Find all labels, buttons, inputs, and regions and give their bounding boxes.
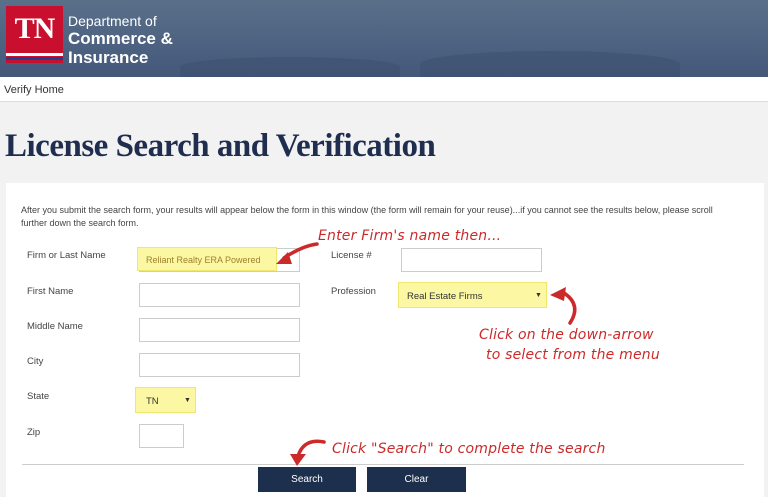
department-name: Department of Commerce & Insurance	[68, 13, 173, 67]
first-name-input[interactable]	[139, 283, 300, 307]
search-button[interactable]: Search	[258, 467, 356, 492]
header-background-hill	[180, 57, 400, 77]
curved-arrow-icon	[550, 287, 577, 325]
firm-label: Firm or Last Name	[27, 250, 106, 261]
city-label: City	[27, 356, 44, 367]
breadcrumb-bar: Verify Home	[0, 77, 768, 102]
curved-arrow-icon	[276, 242, 319, 264]
first-name-label: First Name	[27, 286, 74, 297]
state-label: State	[27, 391, 50, 402]
zip-input[interactable]	[139, 424, 184, 448]
page-title: License Search and Verification	[5, 128, 436, 164]
chevron-down-icon[interactable]: ▼	[535, 292, 542, 299]
profession-select-value: Real Estate Firms	[407, 291, 483, 302]
annotation-click-down-arrow: Click on the down-arrow	[479, 327, 654, 343]
middle-name-label: Middle Name	[27, 321, 83, 332]
license-number-input[interactable]	[401, 248, 542, 272]
dept-line3: Insurance	[68, 48, 149, 67]
dept-line1: Department of	[68, 13, 157, 29]
tn-logo[interactable]: TN	[6, 6, 63, 63]
license-label: License #	[331, 250, 372, 261]
profession-label: Profession	[331, 286, 376, 297]
intro-text: After you submit the search form, your r…	[21, 205, 713, 228]
annotation-click-search: Click "Search" to complete the search	[332, 441, 606, 457]
chevron-down-icon[interactable]: ▼	[184, 397, 191, 404]
clear-button[interactable]: Clear	[367, 467, 466, 492]
header-background-hill	[420, 51, 680, 77]
breadcrumb-verify-home[interactable]: Verify Home	[4, 84, 64, 96]
dept-line2: Commerce &	[68, 29, 173, 48]
logo-stripe-blue	[6, 57, 63, 60]
site-header: TN Department of Commerce & Insurance	[0, 0, 768, 77]
logo-stripe	[6, 53, 63, 56]
firm-input-value: Reliant Realty ERA Powered	[146, 255, 261, 265]
state-select-value: TN	[146, 396, 159, 407]
annotation-enter-firm: Enter Firm's name then...	[318, 228, 502, 244]
middle-name-input[interactable]	[139, 318, 300, 342]
curved-arrow-icon	[290, 439, 326, 466]
tn-logo-text: TN	[14, 12, 56, 45]
form-divider	[22, 464, 744, 465]
city-input[interactable]	[139, 353, 300, 377]
zip-label: Zip	[27, 427, 41, 438]
annotation-select-menu: to select from the menu	[486, 347, 660, 363]
